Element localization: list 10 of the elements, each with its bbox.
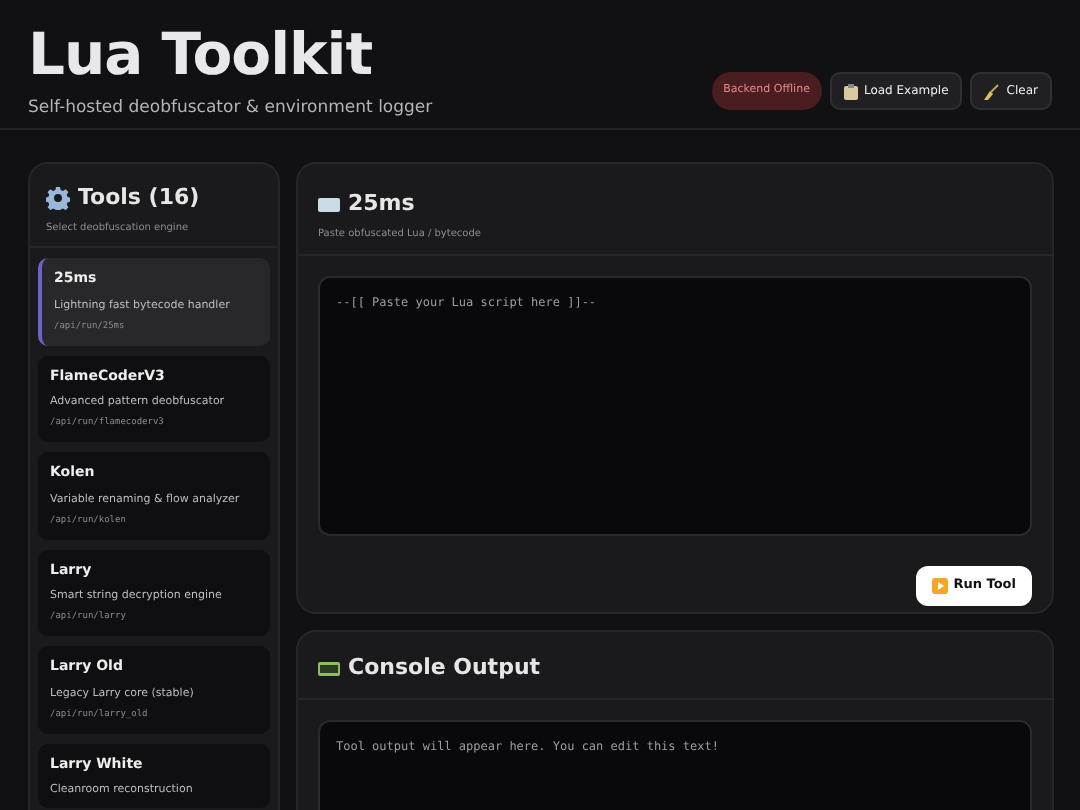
broom-icon: [984, 83, 1001, 99]
gear-icon: [46, 186, 70, 211]
terminal-icon: [318, 661, 340, 676]
console-title: Console Output: [348, 652, 541, 684]
clipboard-icon: [843, 83, 858, 99]
app-subtitle: Self-hosted deobfuscator & environment logger: [28, 95, 433, 122]
editor-title: 25ms: [348, 188, 415, 220]
play-icon: [931, 577, 948, 594]
app-title: Lua Toolkit: [28, 24, 375, 88]
panel-title: Tools (16): [78, 182, 200, 214]
